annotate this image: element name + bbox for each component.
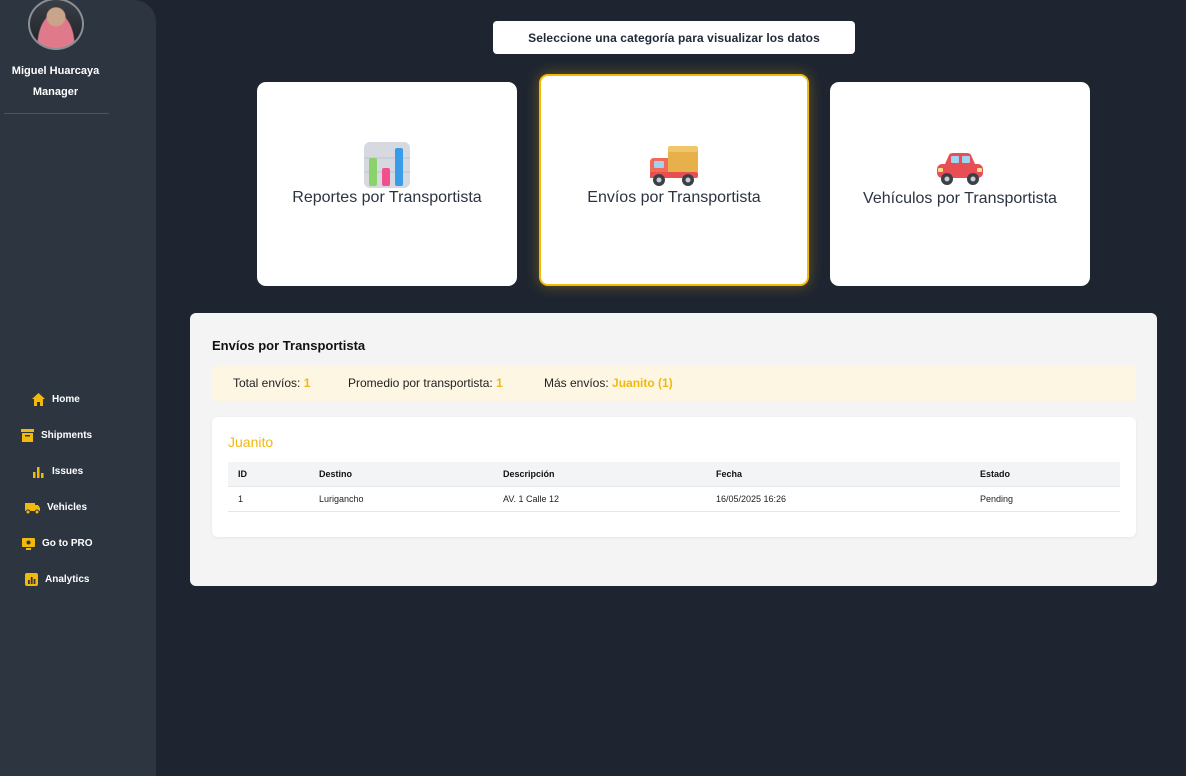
cell-fecha: 16/05/2025 16:26 — [706, 486, 970, 512]
box-icon — [20, 428, 35, 443]
bar-chart-icon — [31, 464, 46, 479]
table-row[interactable]: 1 Lurigancho AV. 1 Calle 12 16/05/2025 1… — [228, 486, 1120, 512]
card-label: Envíos por Transportista — [587, 189, 761, 206]
sidebar-item-analytics[interactable]: Analytics — [24, 572, 89, 587]
total-label: Total envíos: — [233, 376, 301, 390]
user-name: Miguel Huarcaya — [11, 65, 100, 77]
summary-bar: Total envíos: 1 Promedio por transportis… — [212, 365, 1136, 401]
user-role: Manager — [32, 86, 79, 98]
analytics-icon — [24, 572, 39, 587]
cell-destino: Lurigancho — [309, 486, 493, 512]
shipments-table: ID Destino Descripción Fecha Estado 1 Lu… — [228, 462, 1120, 512]
cell-id: 1 — [228, 486, 309, 512]
card-label: Reportes por Transportista — [292, 189, 482, 206]
column-header-fecha: Fecha — [706, 462, 970, 487]
column-header-id: ID — [228, 462, 309, 487]
total-shipments: Total envíos: 1 — [233, 376, 310, 390]
carrier-name: Juanito — [228, 434, 274, 450]
sidebar-item-home[interactable]: Home — [31, 392, 80, 407]
home-icon — [31, 392, 46, 407]
sidebar-item-label: Analytics — [45, 574, 90, 585]
data-panel: Envíos por Transportista Total envíos: 1… — [190, 313, 1157, 586]
sidebar-item-label: Home — [52, 394, 80, 405]
average-shipments: Promedio por transportista: 1 — [348, 376, 503, 390]
average-value: 1 — [496, 376, 503, 390]
column-header-estado: Estado — [970, 462, 1120, 487]
card-envios[interactable]: Envíos por Transportista — [539, 74, 809, 286]
card-vehiculos[interactable]: Vehículos por Transportista — [830, 82, 1090, 286]
monitor-icon — [21, 536, 36, 551]
truck-icon — [24, 500, 41, 515]
sidebar-divider — [4, 113, 109, 114]
sidebar-item-label: Shipments — [41, 430, 93, 441]
card-label: Vehículos por Transportista — [863, 190, 1057, 207]
bar-chart-emoji-icon — [362, 140, 412, 195]
top-carrier-value: Juanito (1) — [612, 376, 673, 390]
column-header-descripcion: Descripción — [493, 462, 706, 487]
table-header-row: ID Destino Descripción Fecha Estado — [228, 462, 1120, 487]
sidebar: Miguel Huarcaya Manager Home Shipments I… — [0, 0, 156, 776]
delivery-truck-emoji-icon — [648, 144, 700, 193]
sidebar-item-shipments[interactable]: Shipments — [20, 428, 92, 443]
sidebar-item-issues[interactable]: Issues — [31, 464, 83, 479]
column-header-destino: Destino — [309, 462, 493, 487]
sidebar-item-vehicles[interactable]: Vehicles — [24, 500, 87, 515]
sidebar-item-go-to-pro[interactable]: Go to PRO — [21, 536, 93, 551]
sidebar-item-label: Issues — [52, 466, 84, 477]
sidebar-item-label: Vehicles — [47, 502, 88, 513]
card-reportes[interactable]: Reportes por Transportista — [257, 82, 517, 286]
category-prompt: Seleccione una categoría para visualizar… — [493, 21, 855, 54]
average-label: Promedio por transportista: — [348, 376, 493, 390]
car-emoji-icon — [935, 152, 985, 193]
top-carrier-label: Más envíos: — [544, 376, 609, 390]
total-value: 1 — [303, 376, 311, 390]
panel-title: Envíos por Transportista — [212, 338, 366, 353]
avatar[interactable] — [28, 0, 84, 50]
cell-descripcion: AV. 1 Calle 12 — [493, 486, 706, 512]
carrier-detail-card: Juanito ID Destino Descripción Fecha Est… — [212, 417, 1136, 537]
top-carrier: Más envíos: Juanito (1) — [544, 376, 673, 390]
cell-estado: Pending — [970, 486, 1120, 512]
sidebar-item-label: Go to PRO — [42, 538, 93, 549]
